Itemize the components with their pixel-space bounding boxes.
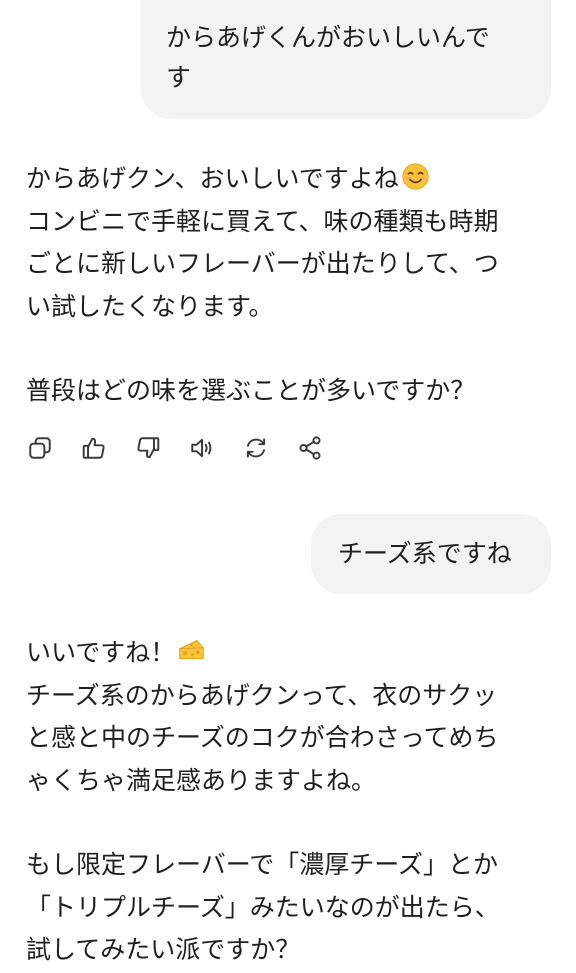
copy-button[interactable] [26, 434, 54, 462]
thumbs-up-icon [82, 437, 105, 459]
cheese-emoji-icon [179, 639, 204, 660]
user-message-text: チーズ系ですね [338, 539, 512, 568]
share-icon [299, 436, 321, 460]
thumbs-down-icon [137, 437, 160, 459]
smiling-face-emoji-icon [402, 163, 429, 190]
assistant-text: チーズ系のからあげクンって、衣のサクッ と感と中のチーズのコクが合わさってめち … [26, 680, 499, 795]
regenerate-icon [246, 438, 266, 458]
speaker-icon [191, 438, 212, 458]
regenerate-button[interactable] [242, 434, 270, 462]
assistant-message: からあげクン、おいしいですよね コンビニで手軽に買えて、味の種類も時期 ごとに新… [26, 158, 556, 413]
bad-response-button[interactable] [134, 434, 162, 462]
good-response-button[interactable] [80, 434, 108, 462]
assistant-message: いいですね！ チーズ系のからあげクンって、衣のサクッ と感と中のチーズのコクが合… [26, 632, 556, 972]
assistant-text: いいですね！ [26, 638, 176, 667]
user-message-bubble: チーズ系ですね [311, 514, 551, 594]
assistant-paragraph: もし限定フレーバーで「濃厚チーズ」とか 「トリプルチーズ」みたいなのが出たら、 … [26, 850, 500, 964]
message-actions [26, 433, 350, 463]
assistant-paragraph: からあげクン、おいしいですよね コンビニで手軽に買えて、味の種類も時期 ごとに新… [26, 158, 556, 328]
read-aloud-button[interactable] [188, 434, 216, 462]
copy-icon [29, 437, 51, 459]
assistant-text: からあげクン、おいしいですよね [26, 164, 399, 193]
assistant-paragraph: いいですね！ チーズ系のからあげクンって、衣のサクッ と感と中のチーズのコクが合… [26, 632, 556, 802]
assistant-text: コンビニで手軽に買えて、味の種類も時期 ごとに新しいフレーバーが出たりして、つ … [26, 206, 499, 321]
assistant-paragraph: 普段はどの味を選ぶことが多いですか？ [26, 376, 476, 405]
user-message-bubble: からあげくんがおいしいんで す [141, 0, 551, 119]
share-button[interactable] [296, 434, 324, 462]
user-message-text: からあげくんがおいしいんで す [166, 23, 490, 92]
